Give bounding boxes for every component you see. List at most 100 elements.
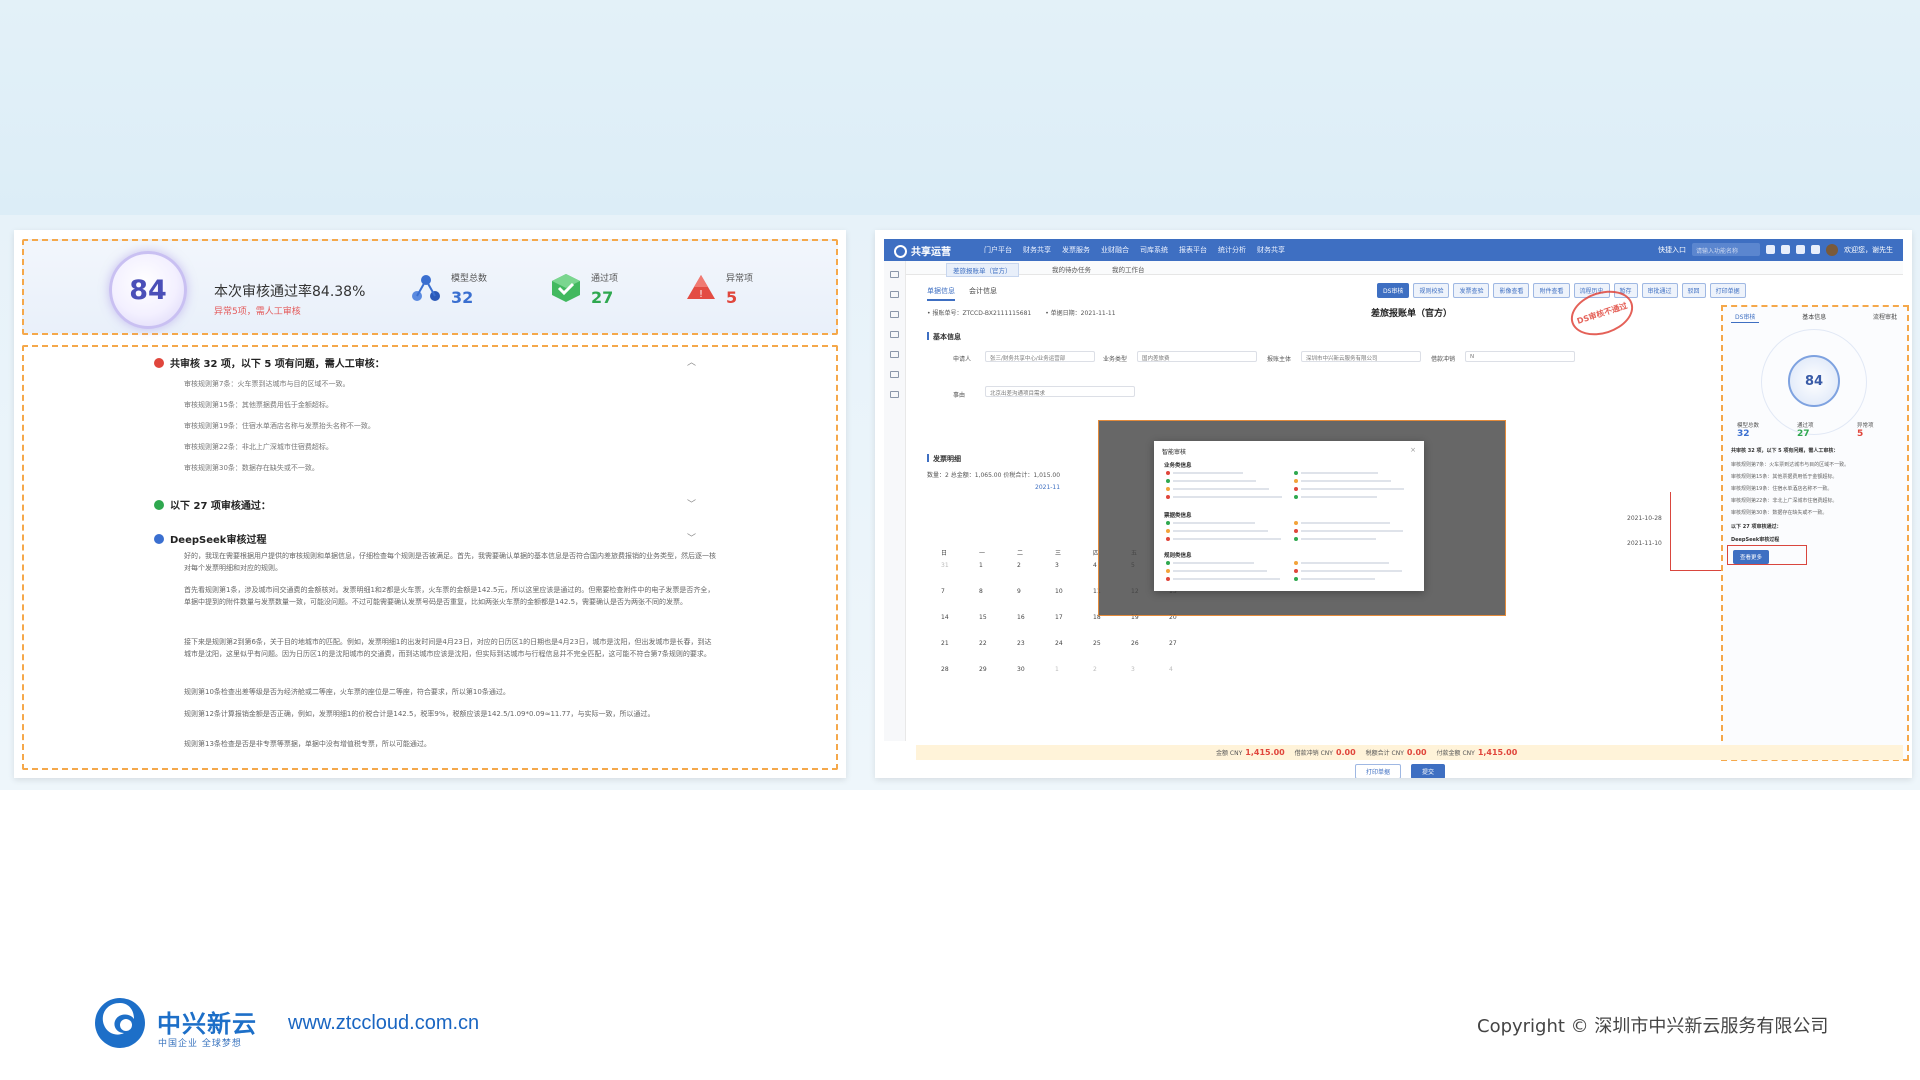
action-button[interactable]: 规则校验 <box>1413 283 1450 298</box>
tab-ds-audit[interactable]: DS审核 <box>1731 311 1760 323</box>
bell-icon[interactable] <box>1781 245 1790 254</box>
menu-item[interactable]: 司库系统 <box>1140 245 1168 255</box>
tab-approval[interactable]: 流程审批 <box>1869 311 1901 323</box>
menu-item[interactable]: 统计分析 <box>1218 245 1246 255</box>
action-button[interactable]: 打印单据 <box>1709 283 1746 298</box>
chart-icon[interactable] <box>890 391 899 398</box>
deepseek-header[interactable]: DeepSeek审核过程 <box>154 531 266 546</box>
text-line <box>1301 570 1402 572</box>
field-label: 借款冲销 <box>1431 356 1456 363</box>
calendar-month[interactable]: 2021-11 <box>1035 484 1060 491</box>
calendar-day[interactable]: 17 <box>1055 614 1063 621</box>
calendar-day[interactable]: 29 <box>979 666 987 673</box>
search-input[interactable]: 请输入功能名称 <box>1692 243 1760 256</box>
calendar-day[interactable]: 22 <box>979 640 987 647</box>
calendar-day[interactable]: 3 <box>1055 562 1059 569</box>
avatar[interactable] <box>1826 243 1838 256</box>
total-label: 借款冲销 CNY <box>1294 750 1333 757</box>
folder-icon[interactable] <box>890 331 899 338</box>
molecule-icon <box>409 271 443 305</box>
menu-item[interactable]: 财务共享 <box>1257 245 1285 255</box>
user-name[interactable]: 欢迎您，谢先生 <box>1844 245 1893 255</box>
tab-todo[interactable]: 我的待办任务 <box>1046 263 1097 275</box>
calendar-day[interactable]: 23 <box>1017 640 1025 647</box>
issues-header[interactable]: 共审核 32 项，以下 5 项有问题，需人工审核： <box>154 355 385 370</box>
loan-offset-field[interactable]: N <box>1465 351 1575 362</box>
status-dot <box>1166 471 1170 475</box>
passed-header[interactable]: 以下 27 项审核通过： <box>154 497 271 512</box>
reason-field[interactable]: 北京出差沟通项目需求 <box>985 386 1135 397</box>
settings-icon[interactable] <box>890 371 899 378</box>
business-type-field[interactable]: 国内差旅费 <box>1137 351 1257 362</box>
calendar-day[interactable]: 28 <box>941 666 949 673</box>
calendar-day[interactable]: 25 <box>1093 640 1101 647</box>
deepseek-icon <box>154 534 164 544</box>
applicant-field[interactable]: 张三/财务共享中心/业务运营部 <box>985 351 1095 362</box>
status-dot <box>1166 577 1170 581</box>
action-button[interactable]: 附件查看 <box>1533 283 1570 298</box>
quick-entry[interactable]: 快捷入口 <box>1658 245 1686 255</box>
calendar-day[interactable]: 15 <box>979 614 987 621</box>
calendar-day[interactable]: 2 <box>1093 666 1097 673</box>
chevron-down-icon[interactable]: ﹀ <box>687 531 696 544</box>
status-dot <box>1294 521 1298 525</box>
tab-basic-info[interactable]: 基本信息 <box>1798 311 1830 323</box>
submit-button[interactable]: 提交 <box>1411 764 1446 778</box>
calendar-day[interactable]: 10 <box>1055 588 1063 595</box>
calendar-day[interactable]: 4 <box>1093 562 1097 569</box>
ds-passed-header[interactable]: 以下 27 项审核通过： <box>1731 523 1781 530</box>
menu-item[interactable]: 发票服务 <box>1062 245 1090 255</box>
action-button[interactable]: 驳回 <box>1681 283 1706 298</box>
calendar-day[interactable]: 4 <box>1169 666 1173 673</box>
calendar-day[interactable]: 26 <box>1131 640 1139 647</box>
chevron-down-icon[interactable]: ﹀ <box>687 497 696 510</box>
document-icon[interactable] <box>890 311 899 318</box>
close-icon[interactable]: × <box>1410 446 1416 454</box>
total-amount: 1,415.00 <box>1245 748 1285 757</box>
help-icon[interactable] <box>1811 245 1820 254</box>
calendar-day[interactable]: 21 <box>941 640 949 647</box>
calendar-day[interactable]: 16 <box>1017 614 1025 621</box>
calendar-day[interactable]: 31 <box>941 562 949 569</box>
calendar-day[interactable]: 14 <box>941 614 949 621</box>
svg-text:!: ! <box>699 289 703 300</box>
footer-url-link[interactable]: www.ztccloud.com.cn <box>288 1012 479 1035</box>
menu-item[interactable]: 业财融合 <box>1101 245 1129 255</box>
calendar-day[interactable]: 27 <box>1169 640 1177 647</box>
calendar-day[interactable]: 3 <box>1131 666 1135 673</box>
company-logo-icon <box>90 995 150 1051</box>
subtab-document[interactable]: 单据信息 <box>927 286 955 301</box>
entity-field[interactable]: 深圳市中兴新云服务有限公司 <box>1301 351 1421 362</box>
grid-icon[interactable] <box>890 291 899 298</box>
app-brand[interactable]: 共享运营 <box>894 243 951 258</box>
menu-item[interactable]: 财务共享 <box>1023 245 1051 255</box>
user-icon[interactable] <box>890 351 899 358</box>
menu-item[interactable]: 门户平台 <box>984 245 1012 255</box>
mail-icon[interactable] <box>1796 245 1805 254</box>
text-line <box>1173 530 1268 532</box>
tab-workbench[interactable]: 我的工作台 <box>1106 263 1151 275</box>
calendar-day[interactable]: 1 <box>1055 666 1059 673</box>
check-circle-icon <box>154 500 164 510</box>
action-button[interactable]: 发票查验 <box>1453 283 1490 298</box>
calendar-day[interactable]: 7 <box>941 588 945 595</box>
chevron-up-icon[interactable]: ︿ <box>687 355 696 368</box>
status-dot <box>1166 479 1170 483</box>
calendar-day[interactable]: 1 <box>979 562 983 569</box>
calendar-day[interactable]: 2 <box>1017 562 1021 569</box>
search-icon[interactable] <box>1766 245 1775 254</box>
print-button[interactable]: 打印单据 <box>1355 764 1402 778</box>
calendar-day[interactable]: 24 <box>1055 640 1063 647</box>
ds-deepseek-header[interactable]: DeepSeek审核过程 <box>1731 536 1779 543</box>
ds-audit-button[interactable]: DS审核 <box>1377 283 1410 298</box>
calendar-day[interactable]: 30 <box>1017 666 1025 673</box>
view-more-button[interactable]: 查看更多 <box>1733 550 1770 564</box>
calendar-day[interactable]: 9 <box>1017 588 1021 595</box>
menu-icon[interactable] <box>890 271 899 278</box>
subtab-accounting[interactable]: 会计信息 <box>969 286 997 301</box>
action-button[interactable]: 审批通过 <box>1641 283 1678 298</box>
tab-expense-form[interactable]: 差旅报账单（官方） <box>946 263 1019 277</box>
calendar-day[interactable]: 8 <box>979 588 983 595</box>
menu-item[interactable]: 报表平台 <box>1179 245 1207 255</box>
action-button[interactable]: 影像查看 <box>1493 283 1530 298</box>
